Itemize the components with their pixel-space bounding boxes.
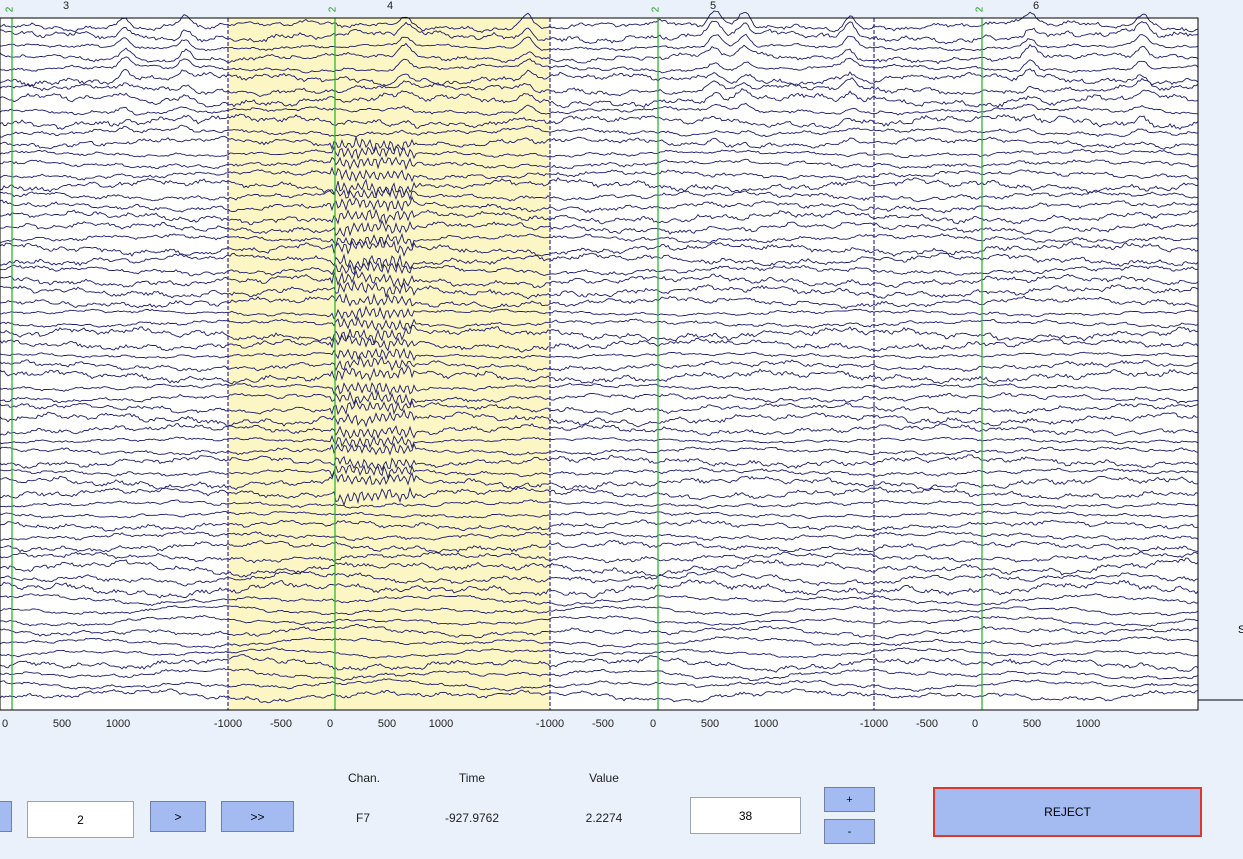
x-tick-label: -1000	[859, 718, 889, 730]
prev-epoch-button[interactable]	[0, 801, 12, 832]
x-tick-label: 1000	[753, 718, 779, 730]
next-epoch-button[interactable]: >	[150, 801, 206, 832]
x-tick-label: 1000	[428, 718, 454, 730]
edge-label: S	[1238, 624, 1243, 636]
x-tick-label: -1000	[535, 718, 565, 730]
x-tick-label: 500	[1022, 718, 1042, 730]
value-header: Value	[589, 771, 619, 785]
time-header: Time	[458, 771, 486, 785]
event-label: 2	[974, 6, 986, 13]
event-label: 2	[327, 6, 339, 13]
x-tick-label: 500	[52, 718, 72, 730]
epoch-label: 6	[1032, 0, 1040, 12]
x-tick-label: 0	[326, 718, 334, 730]
event-label: 2	[650, 6, 662, 13]
x-tick-label: 0	[649, 718, 657, 730]
selected-epoch-highlight	[228, 18, 550, 710]
epoch-number-field[interactable]: 2	[27, 801, 134, 838]
x-tick-label: 500	[700, 718, 720, 730]
x-tick-label: -1000	[213, 718, 243, 730]
reject-button[interactable]: REJECT	[933, 787, 1202, 837]
x-tick-label: 1000	[105, 718, 131, 730]
x-tick-label: 0	[971, 718, 979, 730]
x-tick-label: -500	[591, 718, 615, 730]
fast-next-button[interactable]: >>	[221, 801, 294, 832]
scale-minus-button[interactable]: -	[824, 819, 875, 844]
epoch-label: 4	[386, 0, 394, 12]
plot-area	[0, 18, 1198, 710]
chan-value: F7	[355, 811, 371, 825]
time-value: -927.9762	[444, 811, 500, 825]
x-tick-label: 1000	[1075, 718, 1101, 730]
epoch-label: 5	[709, 0, 717, 12]
scale-plus-button[interactable]: +	[824, 787, 875, 812]
x-tick-label: 0	[1, 718, 9, 730]
eeg-trace-plot[interactable]	[0, 0, 1243, 715]
x-tick-label: -500	[269, 718, 293, 730]
scale-field[interactable]: 38	[690, 797, 801, 834]
event-label: 2	[4, 6, 16, 13]
x-tick-label: 500	[377, 718, 397, 730]
x-tick-label: -500	[915, 718, 939, 730]
epoch-label: 3	[62, 0, 70, 12]
chan-header: Chan.	[347, 771, 381, 785]
value-value: 2.2274	[585, 811, 623, 825]
